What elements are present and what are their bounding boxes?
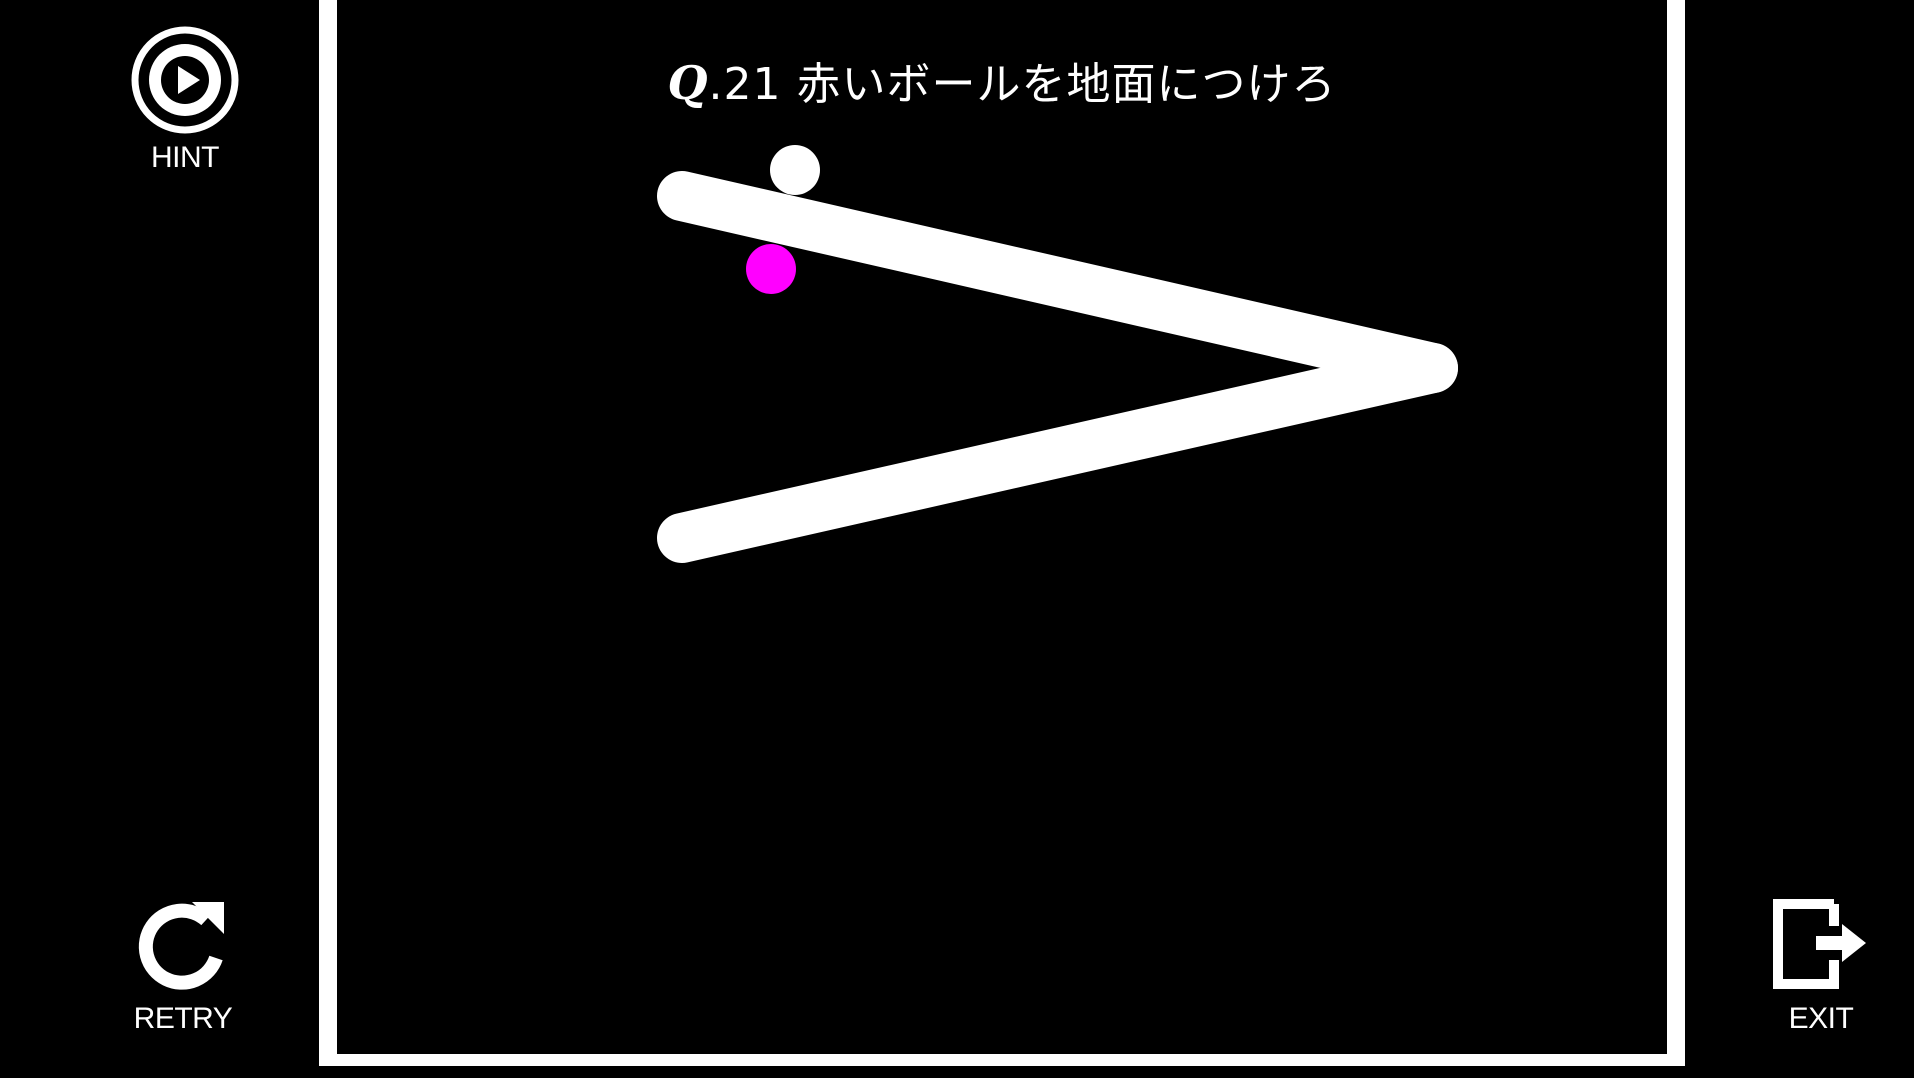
play-area[interactable]: Q.21 赤いボールを地面につけろ <box>319 0 1685 1066</box>
exit-button[interactable]: EXIT <box>1758 898 1884 1036</box>
retry-button[interactable]: RETRY <box>120 898 246 1036</box>
retry-label: RETRY <box>133 1002 233 1035</box>
hint-label: HINT <box>151 141 220 174</box>
red-ball[interactable] <box>746 244 796 294</box>
exit-door-icon <box>1773 899 1866 989</box>
hint-button[interactable]: HINT <box>122 25 248 175</box>
upper-bar[interactable] <box>657 171 1458 393</box>
game-screen: HINT RETRY Q.21 赤いボールを地面につけろ EXIT <box>0 0 1914 1078</box>
retry-arrow-icon <box>138 902 224 990</box>
white-ball[interactable] <box>770 145 820 195</box>
puzzle-scene[interactable] <box>337 0 1667 1054</box>
exit-label: EXIT <box>1788 1002 1854 1035</box>
play-circle-icon <box>131 26 239 134</box>
lower-bar[interactable] <box>657 343 1458 563</box>
